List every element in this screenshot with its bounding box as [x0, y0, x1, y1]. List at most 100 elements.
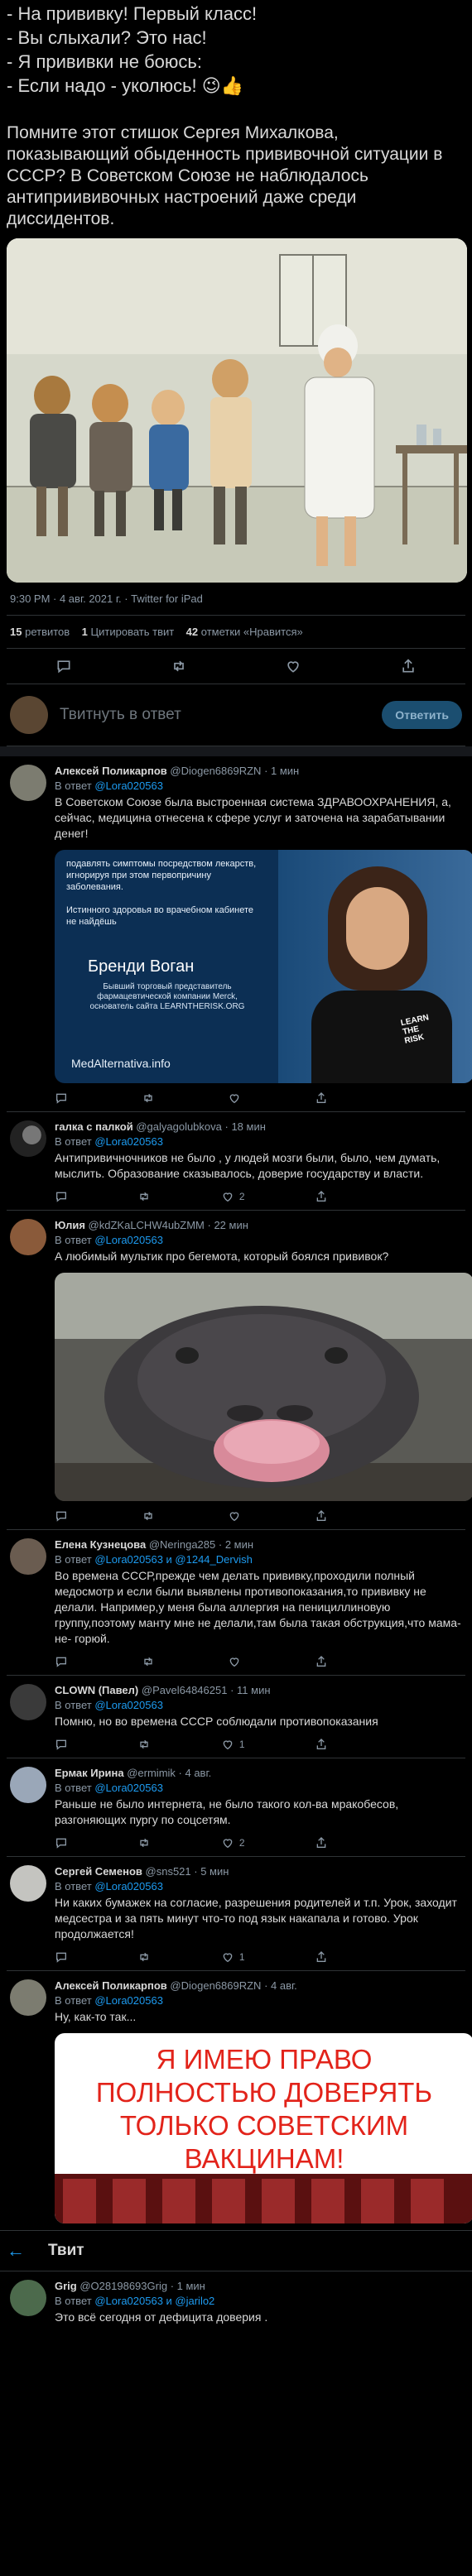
retweet-icon[interactable]	[137, 1836, 151, 1849]
quotes-count[interactable]: 1	[82, 626, 88, 638]
reply-time[interactable]: · 4 авг.	[179, 1767, 212, 1779]
reply-author-name[interactable]: Юлия	[55, 1219, 85, 1231]
reply-to-link[interactable]: @Lora020563	[94, 1135, 163, 1148]
share-icon[interactable]	[315, 1509, 328, 1523]
own-avatar[interactable]	[10, 696, 48, 734]
reply-item[interactable]: Grig @O28198693Grig · 1 мин В ответ @Lor…	[7, 2271, 465, 2332]
back-arrow-icon[interactable]: ←	[7, 2240, 25, 2262]
retweets-count[interactable]: 15	[10, 626, 22, 638]
reply-to-link[interactable]: @Lora020563	[94, 780, 163, 792]
reply-to-link[interactable]: @Lora020563 и @jarilo2	[94, 2295, 214, 2307]
reply-item[interactable]: Алексей Поликарпов @Diogen6869RZN · 1 ми…	[7, 756, 472, 1112]
retweet-icon[interactable]	[142, 1091, 155, 1105]
reply-image-brandy[interactable]: подавлять симптомы посредством лекарств,…	[55, 850, 472, 1083]
share-icon[interactable]	[315, 1655, 328, 1668]
reply-author-name[interactable]: Сергей Семенов	[55, 1865, 142, 1878]
reply-author-name[interactable]: Елена Кузнецова	[55, 1538, 146, 1551]
reply-to-link[interactable]: @Lora020563	[94, 1699, 163, 1711]
reply-author-handle[interactable]: @galyagolubkova	[136, 1120, 222, 1133]
avatar[interactable]	[10, 1120, 46, 1157]
reply-author-handle[interactable]: @kdZKaLCHW4ubZMM	[89, 1219, 205, 1231]
like-icon[interactable]	[228, 1509, 241, 1523]
reply-item[interactable]: Сергей Семенов @sns521 · 5 мин В ответ @…	[7, 1857, 465, 1971]
reply-to-link[interactable]: @Lora020563	[94, 1234, 163, 1246]
reply-author-handle[interactable]: @Diogen6869RZN	[170, 765, 261, 777]
reply-icon[interactable]	[55, 1509, 68, 1523]
share-icon[interactable]	[399, 657, 417, 675]
tweet-image-cartoon[interactable]	[7, 238, 467, 583]
like-icon[interactable]: 1	[221, 1738, 245, 1751]
retweet-icon[interactable]	[170, 657, 188, 675]
reply-author-handle[interactable]: @Diogen6869RZN	[170, 1979, 261, 1992]
share-icon[interactable]	[315, 1190, 328, 1203]
reply-author-handle[interactable]: @O28198693Grig	[79, 2280, 167, 2292]
retweet-icon[interactable]	[137, 1190, 151, 1203]
reply-icon[interactable]	[55, 1836, 68, 1849]
like-icon[interactable]: 2	[221, 1190, 245, 1203]
likes-count[interactable]: 42	[186, 626, 198, 638]
reply-author-name[interactable]: Алексей Поликарпов	[55, 765, 167, 777]
avatar[interactable]	[10, 1767, 46, 1803]
reply-input[interactable]: Твитнуть в ответ	[60, 706, 382, 724]
like-icon[interactable]	[284, 657, 302, 675]
reply-icon[interactable]	[55, 1738, 68, 1751]
retweet-icon[interactable]	[142, 1655, 155, 1668]
reply-time[interactable]: · 1 мин	[264, 765, 299, 777]
share-icon[interactable]	[315, 1091, 328, 1105]
reply-item[interactable]: CLOWN (Павел) @Pavel64846251 · 11 мин В …	[7, 1676, 465, 1758]
reply-submit-button[interactable]: Ответить	[382, 701, 462, 729]
reply-image-poster[interactable]: Я ИМЕЮ ПРАВО ПОЛНОСТЬЮ ДОВЕРЯТЬ ТОЛЬКО С…	[55, 2033, 472, 2223]
reply-image-hippo[interactable]	[55, 1273, 472, 1501]
share-icon[interactable]	[315, 1950, 328, 1964]
reply-author-name[interactable]: Ермак Ирина	[55, 1767, 124, 1779]
retweets-label[interactable]: ретвитов	[25, 626, 70, 638]
reply-icon[interactable]	[55, 1950, 68, 1964]
reply-author-handle[interactable]: @sns521	[146, 1865, 191, 1878]
reply-time[interactable]: · 22 мин	[208, 1219, 248, 1231]
quotes-label[interactable]: Цитировать твит	[91, 626, 175, 638]
share-icon[interactable]	[315, 1738, 328, 1751]
avatar[interactable]	[10, 1865, 46, 1902]
reply-to-link[interactable]: @Lora020563	[94, 1782, 163, 1794]
reply-author-name[interactable]: Алексей Поликарпов	[55, 1979, 167, 1992]
reply-icon[interactable]	[55, 657, 73, 675]
tweet-timestamp[interactable]: 9:30 PM · 4 авг. 2021 г. · Twitter for i…	[7, 583, 465, 616]
reply-author-handle[interactable]: @ermimik	[127, 1767, 176, 1779]
reply-item[interactable]: Елена Кузнецова @Neringa285 · 2 мин В от…	[7, 1530, 465, 1676]
retweet-icon[interactable]	[137, 1950, 151, 1964]
avatar[interactable]	[10, 2280, 46, 2316]
reply-to-link[interactable]: @Lora020563	[94, 1880, 163, 1892]
reply-item[interactable]: Юлия @kdZKaLCHW4ubZMM · 22 мин В ответ @…	[7, 1211, 472, 1530]
reply-item[interactable]: Алексей Поликарпов @Diogen6869RZN · 4 ав…	[7, 1971, 472, 2230]
reply-author-handle[interactable]: @Pavel64846251	[142, 1684, 228, 1696]
reply-author-name[interactable]: CLOWN (Павел)	[55, 1684, 138, 1696]
share-icon[interactable]	[315, 1836, 328, 1849]
reply-author-name[interactable]: Grig	[55, 2280, 77, 2292]
reply-time[interactable]: · 4 авг.	[264, 1979, 297, 1992]
retweet-icon[interactable]	[137, 1738, 151, 1751]
avatar[interactable]	[10, 765, 46, 801]
reply-time[interactable]: · 11 мин	[230, 1684, 270, 1696]
avatar[interactable]	[10, 1219, 46, 1255]
likes-label[interactable]: отметки «Нравится»	[201, 626, 303, 638]
reply-time[interactable]: · 18 мин	[225, 1120, 266, 1133]
like-icon[interactable]	[228, 1091, 241, 1105]
like-icon[interactable]: 2	[221, 1836, 245, 1849]
avatar[interactable]	[10, 1538, 46, 1575]
like-icon[interactable]	[228, 1655, 241, 1668]
reply-to-link[interactable]: @Lora020563	[94, 1994, 163, 2007]
reply-icon[interactable]	[55, 1091, 68, 1105]
reply-icon[interactable]	[55, 1190, 68, 1203]
reply-time[interactable]: · 1 мин	[171, 2280, 205, 2292]
avatar[interactable]	[10, 1979, 46, 2016]
avatar[interactable]	[10, 1684, 46, 1720]
reply-time[interactable]: · 2 мин	[219, 1538, 253, 1551]
reply-item[interactable]: галка с палкой @galyagolubkova · 18 мин …	[7, 1112, 465, 1211]
reply-author-handle[interactable]: @Neringa285	[149, 1538, 215, 1551]
reply-time[interactable]: · 5 мин	[194, 1865, 229, 1878]
reply-author-name[interactable]: галка с палкой	[55, 1120, 133, 1133]
like-icon[interactable]: 1	[221, 1950, 245, 1964]
retweet-icon[interactable]	[142, 1509, 155, 1523]
reply-icon[interactable]	[55, 1655, 68, 1668]
reply-item[interactable]: Ермак Ирина @ermimik · 4 авг. В ответ @L…	[7, 1758, 465, 1857]
